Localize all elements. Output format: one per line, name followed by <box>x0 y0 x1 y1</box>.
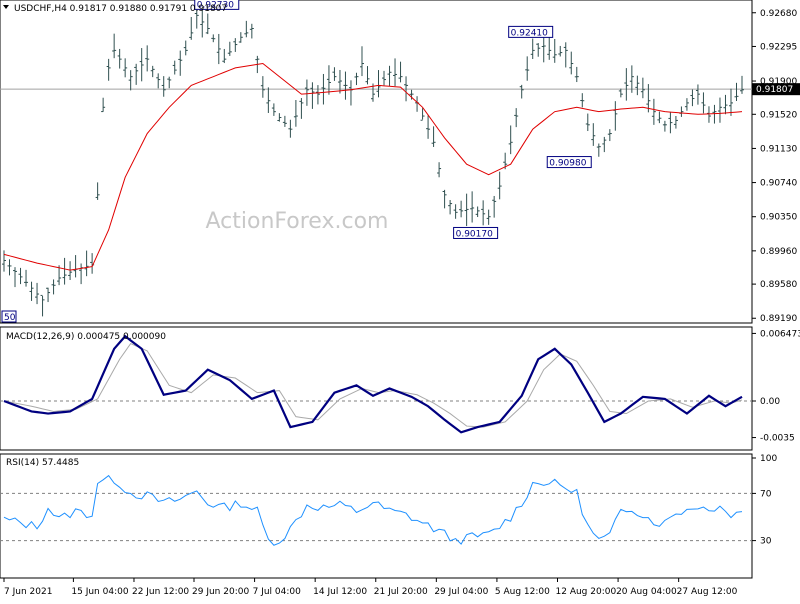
price-annotation-label: 0.90980 <box>549 159 586 169</box>
main-title: USDCHF,H4 0.91817 0.91880 0.91791 0.9180… <box>14 4 227 14</box>
macd-tick-label: 0.00 <box>760 397 780 407</box>
rsi-tick-label: 100 <box>760 454 777 464</box>
last-price-label: 0.91807 <box>756 85 793 95</box>
price-annotation-label: 50 <box>4 313 16 323</box>
forex-chart: 0.92680 0.92295 0.91900 0.91520 0.91130 0.907… <box>0 0 800 600</box>
price-annotation-label: 0.92410 <box>511 28 548 38</box>
y-tick-label: 0.92680 <box>760 9 797 19</box>
price-annotation-label: 0.90170 <box>456 229 493 239</box>
rsi-tick-label: 70 <box>760 489 772 499</box>
x-tick-label: 22 Jun 12:00 <box>132 587 189 597</box>
y-tick-label: 0.90740 <box>760 179 797 189</box>
rsi-tick-label: 30 <box>760 537 772 547</box>
chart-canvas: 0.926800.922950.919000.915200.911300.907… <box>0 0 800 597</box>
x-tick-label: 5 Aug 12:00 <box>495 587 550 597</box>
x-tick-label: 7 Jul 04:00 <box>253 587 302 597</box>
x-tick-label: 14 Jul 12:00 <box>313 587 367 597</box>
y-tick-label: 0.89580 <box>760 280 797 290</box>
macd-tick-label: 0.006473 <box>760 329 800 339</box>
rsi-title: RSI(14) 57.4485 <box>6 458 79 468</box>
x-tick-label: 7 Jun 2021 <box>4 587 52 597</box>
y-tick-label: 0.92295 <box>760 42 797 52</box>
x-tick-label: 29 Jul 04:00 <box>434 587 488 597</box>
macd-tick-label: -0.0035 <box>760 434 795 444</box>
y-tick-label: 0.90350 <box>760 213 797 223</box>
macd-panel <box>0 326 753 451</box>
y-tick-label: 0.91130 <box>760 144 797 154</box>
x-tick-label: 15 Jun 04:00 <box>71 587 128 597</box>
y-tick-label: 0.91520 <box>760 110 797 120</box>
macd-title: MACD(12,26,9) 0.000475 0.000090 <box>6 332 166 342</box>
y-tick-label: 0.89960 <box>760 247 797 257</box>
x-tick-label: 21 Jul 20:00 <box>374 587 428 597</box>
x-tick-label: 12 Aug 20:00 <box>556 587 617 597</box>
y-tick-label: 0.89190 <box>760 314 797 324</box>
watermark: ActionForex.com <box>206 209 389 234</box>
x-tick-label: 20 Aug 04:00 <box>616 587 677 597</box>
main-panel <box>0 0 753 324</box>
x-axis: 7 Jun 2021 15 Jun 04:00 22 Jun 12:00 29 Jun… <box>3 578 738 597</box>
x-tick-label: 27 Aug 12:00 <box>677 587 738 597</box>
x-tick-label: 29 Jun 20:00 <box>192 587 249 597</box>
